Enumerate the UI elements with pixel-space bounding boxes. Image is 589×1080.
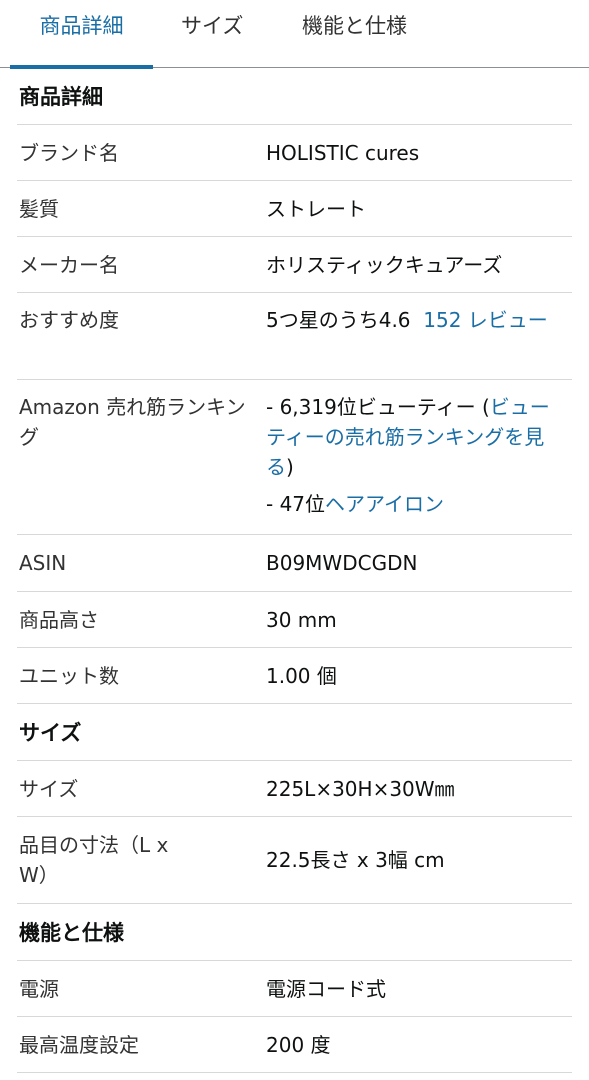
label-unit-count: ユニット数	[19, 663, 119, 688]
reviews-link[interactable]: 152 レビュー	[423, 308, 548, 332]
row-unit-count: ユニット数 1.00 個	[17, 648, 572, 704]
label-max-temperature: 最高温度設定	[19, 1032, 139, 1057]
row-max-temperature: 最高温度設定 200 度	[17, 1017, 572, 1073]
tab-bar: 商品詳細 サイズ 機能と仕様	[0, 0, 589, 69]
value-maker: ホリスティックキュアーズ	[266, 252, 503, 277]
value-unit-count: 1.00 個	[266, 663, 337, 688]
tab-size[interactable]: サイズ	[181, 0, 243, 68]
row-hair-type: 髪質 ストレート	[17, 181, 572, 237]
ranking-beauty-suffix: )	[286, 455, 294, 479]
row-maker: メーカー名 ホリスティックキュアーズ	[17, 237, 572, 293]
value-hair-type: ストレート	[266, 196, 366, 221]
details-content: 商品詳細 ブランド名 HOLISTIC cures 髪質 ストレート メーカー名…	[0, 68, 589, 1073]
row-asin: ASIN B09MWDCGDN	[17, 535, 572, 592]
section-title-details: 商品詳細	[17, 68, 572, 125]
row-brand: ブランド名 HOLISTIC cures	[17, 125, 572, 181]
tab-product-details[interactable]: 商品詳細	[10, 0, 153, 69]
ranking-line-hair-iron: - 47位ヘアアイロン	[266, 489, 564, 519]
section-title-size: サイズ	[17, 704, 572, 761]
ranking-line-beauty: - 6,319位ビューティー (ビューティーの売れ筋ランキングを見る)	[266, 392, 564, 482]
row-size: サイズ 225L×30H×30W㎜	[17, 761, 572, 817]
label-brand: ブランド名	[19, 140, 119, 165]
label-dimensions: 品目の寸法（L x W）	[19, 833, 169, 887]
value-ranking: - 6,319位ビューティー (ビューティーの売れ筋ランキングを見る) - 47…	[266, 392, 572, 519]
label-product-height: 商品高さ	[19, 607, 99, 632]
value-size: 225L×30H×30W㎜	[266, 776, 455, 801]
row-power-source: 電源 電源コード式	[17, 961, 572, 1017]
value-product-height: 30 mm	[266, 607, 337, 632]
row-product-height: 商品高さ 30 mm	[17, 592, 572, 648]
rating-text: 5つ星のうち4.6	[266, 308, 411, 332]
ranking-hairiron-prefix: - 47位	[266, 492, 326, 516]
value-dimensions: 22.5長さ x 3幅 cm	[266, 848, 445, 872]
label-rating: おすすめ度	[19, 308, 119, 332]
label-power-source: 電源	[19, 976, 59, 1001]
hair-iron-link[interactable]: ヘアアイロン	[325, 492, 444, 516]
value-rating: 5つ星のうち4.6 152 レビュー	[266, 305, 572, 335]
label-hair-type: 髪質	[19, 196, 59, 221]
row-dimensions: 品目の寸法（L x W） 22.5長さ x 3幅 cm	[17, 817, 572, 904]
label-asin: ASIN	[19, 551, 67, 575]
label-maker: メーカー名	[19, 252, 119, 277]
value-brand: HOLISTIC cures	[266, 140, 420, 165]
section-title-features: 機能と仕様	[17, 904, 572, 961]
label-size: サイズ	[19, 776, 79, 801]
value-asin: B09MWDCGDN	[266, 551, 418, 575]
value-power-source: 電源コード式	[266, 976, 386, 1001]
ranking-beauty-prefix: - 6,319位ビューティー (	[266, 395, 490, 419]
row-ranking: Amazon 売れ筋ランキング - 6,319位ビューティー (ビューティーの売…	[17, 380, 572, 535]
tab-features-specs[interactable]: 機能と仕様	[302, 0, 407, 68]
value-max-temperature: 200 度	[266, 1032, 331, 1057]
label-ranking: Amazon 売れ筋ランキング	[19, 395, 246, 449]
row-rating: おすすめ度 5つ星のうち4.6 152 レビュー	[17, 293, 572, 380]
